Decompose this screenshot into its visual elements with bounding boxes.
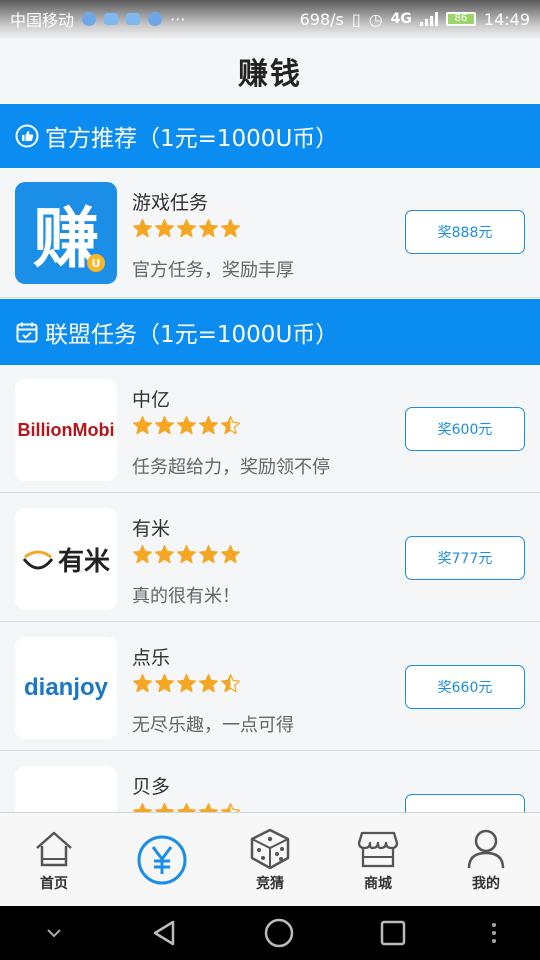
tab-mine[interactable]: 我的 — [432, 813, 540, 906]
task-desc: 无尽乐趣，一点可得 — [132, 715, 294, 736]
task-name: 游戏任务 — [132, 192, 209, 214]
dice-icon — [250, 828, 290, 869]
star-full-icon — [154, 415, 175, 435]
star-half-icon — [220, 415, 241, 435]
section-header-alliance: 联盟任务（1元=1000U币） — [0, 299, 540, 365]
bottom-tab-bar: 首页 竞猜 商城 我的 — [0, 812, 540, 906]
star-full-icon — [176, 673, 197, 693]
task-item-dianjoy[interactable]: dianjoy 点乐 无尽乐趣，一点可得 奖660元 — [0, 623, 540, 751]
signal-icon — [419, 12, 438, 26]
star-half-icon — [220, 673, 241, 693]
star-full-icon — [132, 415, 153, 435]
app-notification-icon — [104, 13, 119, 25]
section-title: 联盟任务（1元=1000U币） — [45, 322, 339, 348]
task-name: 点乐 — [132, 647, 171, 669]
overflow-menu-icon[interactable] — [490, 921, 498, 945]
game-task-logo: 赚 U — [15, 182, 117, 284]
calendar-icon — [16, 322, 38, 343]
task-desc: 官方任务，奖励丰厚 — [132, 260, 294, 281]
tab-label: 竞猜 — [256, 875, 284, 892]
star-full-icon — [198, 673, 219, 693]
u-coin-badge-icon: U — [87, 254, 105, 272]
reward-button[interactable]: 奖777元 — [405, 536, 525, 580]
network-speed: 698/s — [299, 9, 344, 29]
store-icon — [357, 831, 399, 867]
person-icon — [467, 829, 505, 868]
star-full-icon — [132, 218, 153, 238]
star-full-icon — [176, 218, 197, 238]
battery-level: 86 — [454, 13, 468, 24]
battery-icon: 86 — [445, 12, 476, 26]
youmi-bowl-icon — [22, 550, 54, 570]
system-nav-bar — [0, 906, 540, 960]
chevron-down-icon[interactable] — [42, 921, 66, 945]
star-full-icon — [198, 544, 219, 564]
recent-apps-icon[interactable] — [379, 919, 407, 947]
star-full-icon — [220, 218, 241, 238]
tab-label: 我的 — [472, 875, 500, 892]
home-button-icon[interactable] — [263, 917, 295, 949]
rating-stars — [132, 415, 241, 436]
app-notification-icon — [82, 12, 97, 26]
section-title: 官方推荐（1元=1000U币） — [45, 126, 339, 152]
task-item-billionmobi[interactable]: BillionMobi 中亿 任务超给力，奖励领不停 奖600元 — [0, 365, 540, 493]
billionmobi-logo: BillionMobi — [15, 379, 117, 481]
rating-stars — [132, 673, 241, 694]
tab-earn[interactable] — [108, 813, 216, 906]
title-bar: 赚钱 — [0, 38, 540, 104]
star-full-icon — [154, 673, 175, 693]
star-full-icon — [154, 544, 175, 564]
task-name: 中亿 — [132, 389, 171, 411]
reward-button[interactable]: 奖600元 — [405, 407, 525, 451]
task-name: 有米 — [132, 518, 171, 540]
task-item-game[interactable]: 赚 U 游戏任务 官方任务，奖励丰厚 奖888元 — [0, 168, 540, 298]
tab-home[interactable]: 首页 — [0, 813, 108, 906]
app-notification-icon — [126, 13, 141, 25]
youmi-logo: 有米 — [15, 508, 117, 610]
rating-stars — [132, 218, 241, 239]
logo-text: BillionMobi — [17, 419, 115, 440]
tab-guess[interactable]: 竞猜 — [216, 813, 324, 906]
more-notifications-icon: ··· — [170, 9, 186, 29]
star-full-icon — [220, 544, 241, 564]
star-full-icon — [132, 673, 153, 693]
app-notification-icon — [148, 12, 163, 26]
task-item-youmi[interactable]: 有米 有米 真的很有米！ 奖777元 — [0, 494, 540, 622]
task-desc: 真的很有米！ — [132, 586, 240, 607]
tab-label: 商城 — [364, 875, 392, 892]
star-full-icon — [154, 218, 175, 238]
yuan-icon — [137, 835, 187, 884]
logo-text: dianjoy — [23, 674, 108, 701]
back-icon[interactable] — [149, 918, 179, 948]
rating-stars — [132, 544, 241, 565]
carrier-label: 中国移动 — [10, 11, 75, 30]
star-full-icon — [198, 218, 219, 238]
tab-store[interactable]: 商城 — [324, 813, 432, 906]
section-header-official: 官方推荐（1元=1000U币） — [0, 104, 540, 168]
star-full-icon — [198, 415, 219, 435]
reward-button[interactable]: 奖888元 — [405, 210, 525, 254]
alarm-icon: ◷ — [368, 9, 383, 29]
tab-label: 首页 — [40, 875, 68, 892]
network-type: 4G — [390, 11, 412, 27]
task-desc: 任务超给力，奖励领不停 — [132, 457, 330, 478]
page-title: 赚钱 — [238, 57, 302, 92]
star-full-icon — [176, 544, 197, 564]
star-full-icon — [176, 415, 197, 435]
vibrate-icon: ▯ — [351, 9, 361, 29]
dianjoy-logo: dianjoy — [15, 637, 117, 739]
task-name: 贝多 — [132, 776, 171, 798]
reward-button[interactable]: 奖660元 — [405, 665, 525, 709]
home-icon — [36, 831, 72, 866]
star-full-icon — [132, 544, 153, 564]
thumbs-up-icon — [15, 124, 39, 148]
logo-text: 有米 — [57, 546, 110, 577]
clock: 14:49 — [483, 9, 530, 29]
status-bar: 中国移动 ··· 698/s ▯ ◷ 4G 86 14:49 — [0, 0, 540, 38]
